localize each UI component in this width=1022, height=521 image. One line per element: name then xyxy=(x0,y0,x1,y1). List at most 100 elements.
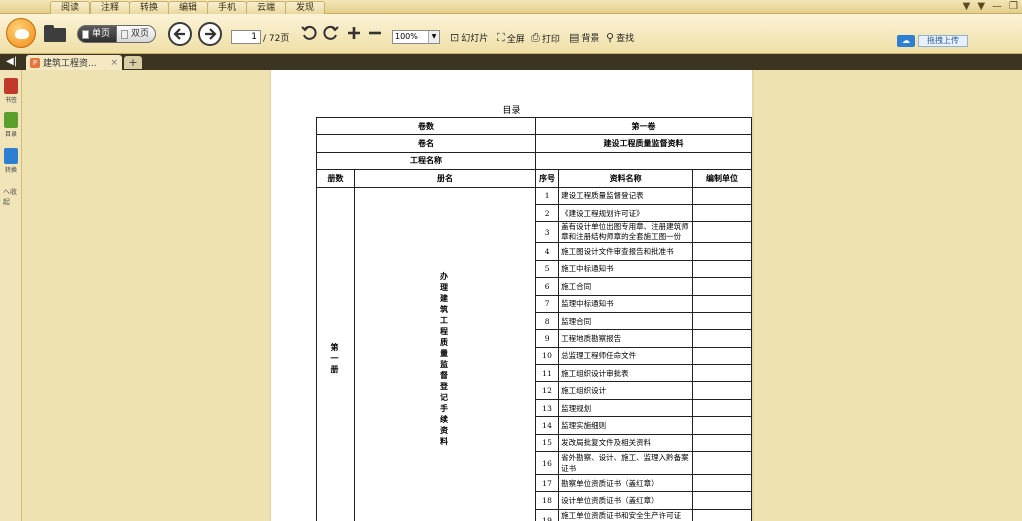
previous-page-button[interactable] xyxy=(168,22,192,46)
skin-icon[interactable]: ▼ xyxy=(963,0,971,14)
convert-icon xyxy=(4,148,18,164)
cloud-icon: ☁ xyxy=(897,35,915,47)
sidebar-item-bookmarks[interactable]: 书签 xyxy=(2,78,20,104)
single-page-button[interactable]: 单页 xyxy=(77,25,118,43)
toc-table: 卷数 第一卷 卷名 建设工程质量监督资料 工程名称 册数 册名 序号 资料名称 … xyxy=(316,116,752,521)
toc-icon xyxy=(4,112,18,128)
window-controls: ▼ ▼ — ❐ xyxy=(963,0,1018,14)
document-viewer[interactable]: 目录 卷数 第一卷 卷名 建设工程质量监督资料 工程名称 册数 册名 序号 资料… xyxy=(23,70,1022,521)
single-page-label: 单页 xyxy=(92,29,111,39)
double-page-icon xyxy=(121,29,129,39)
sidebar-item-label: 转换 xyxy=(4,167,17,174)
table-row: 卷名 建设工程质量监督资料 xyxy=(316,134,752,153)
rotate-left-icon[interactable] xyxy=(301,25,317,41)
menu-tab-mobile[interactable]: 手机 xyxy=(207,1,248,14)
slideshow-icon: ⊡ xyxy=(450,31,460,44)
row-compile-unit xyxy=(692,381,752,400)
print-label: 打印 xyxy=(541,34,560,45)
new-tab-button[interactable]: + xyxy=(124,56,142,69)
row-material-name: 施工组织设计审批表 xyxy=(558,364,694,383)
toolbar: 单页 双页 1 / 72页 100% ▼ ⊡ 幻灯片 ⛶ 全屏 ⎙ 打印 ▤ 背… xyxy=(0,14,1022,54)
zoom-select[interactable]: 100% ▼ xyxy=(392,30,440,44)
background-button[interactable]: ▤ 背景 xyxy=(569,31,599,44)
menu-tab-edit[interactable]: 编辑 xyxy=(168,1,209,14)
row-seq: 14 xyxy=(534,416,560,435)
header-book-count: 册数 xyxy=(316,169,355,188)
row-compile-unit xyxy=(692,242,752,261)
close-tab-icon[interactable]: × xyxy=(110,58,118,68)
background-icon: ▤ xyxy=(569,31,580,44)
sidebar-item-toc[interactable]: 目录 xyxy=(2,112,20,138)
row-compile-unit xyxy=(692,277,752,296)
fullscreen-button[interactable]: ⛶ 全屏 xyxy=(497,31,525,45)
row-compile-unit xyxy=(692,451,752,476)
arrow-left-icon xyxy=(173,28,185,40)
row-material-name: 发改局批复文件及相关资料 xyxy=(558,433,694,453)
arrow-right-icon xyxy=(205,28,217,40)
background-label: 背景 xyxy=(581,34,600,44)
volume-count-value: 第一卷 xyxy=(535,116,752,136)
row-material-name: 监理中标通知书 xyxy=(558,294,694,313)
menu-bar: 阅读 注释 转换 编辑 手机 云端 发现 ▼ ▼ — ❐ xyxy=(0,0,1022,14)
row-material-name: 监理合同 xyxy=(558,311,694,331)
row-seq: 12 xyxy=(534,381,560,400)
row-material-name: 盖有设计单位出图专用章、注册建筑师章和注册结构师章的全套施工图一份 xyxy=(558,221,694,244)
volume-name-value: 建设工程质量监督资料 xyxy=(535,134,752,153)
print-button[interactable]: ⎙ 打印 xyxy=(531,31,560,45)
page-number-input[interactable]: 1 xyxy=(231,30,261,44)
row-seq: 7 xyxy=(534,294,560,313)
row-compile-unit xyxy=(692,433,752,453)
collapse-sidebar-link[interactable]: へ收起 xyxy=(3,187,21,207)
row-compile-unit xyxy=(692,398,752,418)
slideshow-label: 幻灯片 xyxy=(461,34,489,44)
open-folder-icon[interactable] xyxy=(44,25,66,42)
double-page-button[interactable]: 双页 xyxy=(117,25,157,43)
row-compile-unit xyxy=(692,221,752,244)
minimize-icon[interactable]: — xyxy=(992,0,1002,14)
row-material-name: 监理规划 xyxy=(558,398,694,418)
menu-icon[interactable]: ▼ xyxy=(977,0,985,14)
cloud-upload-button[interactable]: ☁ 拖拽上传 xyxy=(897,34,968,48)
app-logo-icon[interactable] xyxy=(6,18,36,48)
row-compile-unit xyxy=(692,311,752,331)
cloud-upload-label: 拖拽上传 xyxy=(918,35,968,47)
row-seq: 16 xyxy=(534,451,560,476)
row-material-name: 施工单位资质证书和安全生产许可证（盖红 xyxy=(558,508,694,521)
row-material-name: 工程地质勘察报告 xyxy=(558,329,694,348)
next-page-button[interactable] xyxy=(198,22,222,46)
menu-tab-discover[interactable]: 发现 xyxy=(285,1,326,14)
menu-tab-annotate[interactable]: 注释 xyxy=(90,1,131,14)
book-count-cell: 第一册 xyxy=(316,186,355,521)
menu-tab-cloud[interactable]: 云端 xyxy=(246,1,287,14)
slideshow-button[interactable]: ⊡ 幻灯片 xyxy=(450,31,488,44)
sidebar-item-convert[interactable]: 转换 xyxy=(2,148,20,174)
book-count-value: 第一册 xyxy=(330,343,340,377)
tab-document[interactable]: P 建筑工程资... × xyxy=(26,55,122,70)
maximize-icon[interactable]: ❐ xyxy=(1009,0,1018,14)
search-button[interactable]: ⚲ 查找 xyxy=(606,31,634,44)
row-material-name: 施工图设计文件审查报告和批准书 xyxy=(558,242,694,261)
row-compile-unit xyxy=(692,491,752,510)
label-project-name: 工程名称 xyxy=(316,151,536,171)
collapse-panel-icon[interactable]: ◀| xyxy=(6,55,17,69)
row-material-name: 省外勘察、设计、施工、监理入黔备案证书 xyxy=(558,451,694,476)
fullscreen-label: 全屏 xyxy=(506,34,525,45)
row-compile-unit xyxy=(692,416,752,435)
page-total: / 72页 xyxy=(263,34,290,44)
search-label: 查找 xyxy=(616,34,635,44)
row-seq: 8 xyxy=(534,311,560,331)
zoom-out-icon[interactable] xyxy=(368,26,382,40)
row-seq: 13 xyxy=(534,398,560,418)
row-seq: 6 xyxy=(534,277,560,296)
rotate-right-icon[interactable] xyxy=(323,25,339,41)
menu-tab-convert[interactable]: 转换 xyxy=(129,1,170,14)
row-seq: 9 xyxy=(534,329,560,348)
row-seq: 1 xyxy=(534,186,560,205)
row-material-name: 监理实施细则 xyxy=(558,416,694,435)
project-name-value xyxy=(535,151,752,171)
sidebar: 书签 目录 转换 へ收起 xyxy=(0,70,22,521)
menu-tab-read[interactable]: 阅读 xyxy=(50,1,91,14)
row-material-name: 总监理工程师任命文件 xyxy=(558,346,694,366)
zoom-in-icon[interactable] xyxy=(347,26,361,40)
row-material-name: 施工合同 xyxy=(558,277,694,296)
